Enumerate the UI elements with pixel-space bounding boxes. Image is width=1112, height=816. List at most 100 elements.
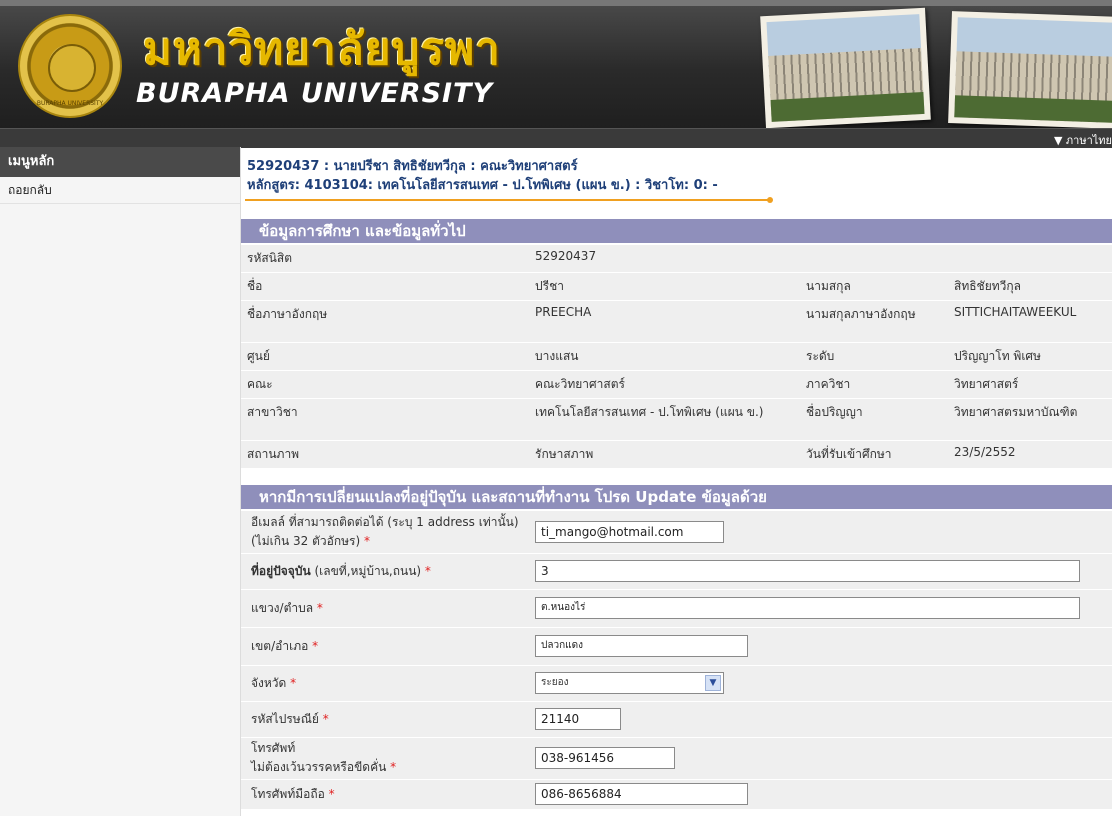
phone-label-line1: โทรศัพท์ xyxy=(251,741,296,755)
form-row-postal: รหัสไปรษณีย์ * 21140 xyxy=(241,701,1112,738)
phone-label: โทรศัพท์ ไม่ต้องเว้นวรรคหรือขีดคั่น * xyxy=(241,737,529,780)
language-selector[interactable]: ▼ ภาษาไทย xyxy=(1054,131,1112,149)
subdistrict-label: แขวง/ตำบล * xyxy=(241,589,529,628)
email-label-text: อีเมลล์ ที่สามารถติดต่อได้ (ระบุ 1 addre… xyxy=(251,514,519,548)
province-label: จังหวัด * xyxy=(241,665,529,702)
required-marker: * xyxy=(290,675,297,690)
required-marker: * xyxy=(312,638,319,653)
postal-label: รหัสไปรษณีย์ * xyxy=(241,701,529,738)
table-row: สาขาวิชา เทคโนโลยีสารสนเทศ - ป.โทพิเศษ (… xyxy=(241,398,1112,441)
province-select[interactable]: ระยอง ▼ xyxy=(535,672,724,694)
address-label-rest: (เลขที่,หมู่บ้าน,ถนน) xyxy=(310,563,422,578)
field-label: สถานภาพ xyxy=(241,440,529,469)
sidebar-item-back[interactable]: ถอยกลับ xyxy=(0,177,240,204)
subdistrict-label-text: แขวง/ตำบล xyxy=(251,600,314,615)
field-value xyxy=(948,245,1112,273)
field-value: เทคโนโลยีสารสนเทศ - ป.โทพิเศษ (แผน ข.) xyxy=(529,398,800,441)
field-label: รหัสนิสิต xyxy=(241,245,529,273)
district-label: เขต/อำเภอ * xyxy=(241,627,529,666)
form-row-district: เขต/อำเภอ * ปลวกแดง xyxy=(241,627,1112,666)
form-row-subdistrict: แขวง/ตำบล * ต.หนองไร่ xyxy=(241,589,1112,628)
email-field[interactable]: ti_mango@hotmail.com xyxy=(535,520,724,543)
required-marker: * xyxy=(328,786,335,801)
field-label: สาขาวิชา xyxy=(241,398,529,441)
table-row: รหัสนิสิต 52920437 xyxy=(241,245,1112,273)
province-selected-value: ระยอง xyxy=(541,677,569,688)
field-label: วันที่รับเข้าศึกษา xyxy=(800,440,948,469)
program-summary: หลักสูตร: 4103104: เทคโนโลยีสารสนเทศ - ป… xyxy=(247,178,718,193)
field-label: ระดับ xyxy=(800,342,948,371)
postal-code-field[interactable]: 21140 xyxy=(535,708,621,730)
email-label: อีเมลล์ ที่สามารถติดต่อได้ (ระบุ 1 addre… xyxy=(241,511,529,554)
table-row: สถานภาพ รักษาสภาพ วันที่รับเข้าศึกษา 23/… xyxy=(241,440,1112,469)
field-label xyxy=(800,245,948,273)
field-label: ภาควิชา xyxy=(800,370,948,399)
university-logo: BURAPHA UNIVERSITY xyxy=(18,14,122,118)
district-field[interactable]: ปลวกแดง xyxy=(535,635,748,657)
section-heading-study-info: ข้อมูลการศึกษา และข้อมูลทั่วไป xyxy=(241,219,1112,243)
form-row-province: จังหวัด * ระยอง ▼ xyxy=(241,665,1112,702)
form-row-mobile: โทรศัพท์มือถือ * 086-8656884 xyxy=(241,779,1112,810)
accent-dot xyxy=(767,197,773,203)
student-summary: 52920437 : นายปรีชา สิทธิชัยทวีกุล : คณะ… xyxy=(247,159,578,174)
field-value: วิทยาศาสตร์ xyxy=(948,370,1112,399)
form-row-email: อีเมลล์ ที่สามารถติดต่อได้ (ระบุ 1 addre… xyxy=(241,511,1112,554)
required-marker: * xyxy=(424,563,431,578)
field-label: นามสกุล xyxy=(800,272,948,301)
top-nav-bar xyxy=(0,128,1112,148)
field-value: บางแสน xyxy=(529,342,800,371)
field-label: คณะ xyxy=(241,370,529,399)
section-heading-update: หากมีการเปลี่ยนแปลงที่อยู่ปัจุบัน และสถา… xyxy=(241,485,1112,509)
mobile-field[interactable]: 086-8656884 xyxy=(535,783,748,805)
field-value: ปรีชา xyxy=(529,272,800,301)
university-name-english: BURAPHA UNIVERSITY xyxy=(136,78,494,109)
required-marker: * xyxy=(316,600,323,615)
form-row-phone: โทรศัพท์ ไม่ต้องเว้นวรรคหรือขีดคั่น * 03… xyxy=(241,737,1112,780)
field-value: 52920437 xyxy=(529,245,800,273)
university-name-thai: มหาวิทยาลัยบูรพา xyxy=(143,24,501,75)
sidebar-heading: เมนูหลัก xyxy=(0,147,240,177)
site-banner: BURAPHA UNIVERSITY มหาวิทยาลัยบูรพา BURA… xyxy=(0,0,1112,128)
field-value: ปริญญาโท พิเศษ xyxy=(948,342,1112,371)
required-marker: * xyxy=(390,760,397,774)
chevron-down-icon[interactable]: ▼ xyxy=(705,675,721,691)
table-row: ศูนย์ บางแสน ระดับ ปริญญาโท พิเศษ xyxy=(241,342,1112,371)
phone-label-line2: ไม่ต้องเว้นวรรคหรือขีดคั่น xyxy=(251,760,387,774)
district-label-text: เขต/อำเภอ xyxy=(251,638,309,653)
address-label-bold: ที่อยู่ปัจจุบัน xyxy=(251,563,311,578)
study-info-table: รหัสนิสิต 52920437 ชื่อ ปรีชา นามสกุล สิ… xyxy=(241,245,1112,469)
field-label: ชื่อปริญญา xyxy=(800,398,948,441)
required-marker: * xyxy=(322,711,329,726)
campus-photo-1 xyxy=(760,7,931,128)
field-value: รักษาสภาพ xyxy=(529,440,800,469)
field-label: นามสกุลภาษาอังกฤษ xyxy=(800,300,948,343)
logo-emblem xyxy=(48,44,96,92)
field-value: คณะวิทยาศาสตร์ xyxy=(529,370,800,399)
address-field[interactable]: 3 xyxy=(535,560,1080,582)
field-label: ชื่อ xyxy=(241,272,529,301)
logo-text: BURAPHA UNIVERSITY xyxy=(36,100,104,107)
table-row: คณะ คณะวิทยาศาสตร์ ภาควิชา วิทยาศาสตร์ xyxy=(241,370,1112,399)
address-label: ที่อยู่ปัจจุบัน (เลขที่,หมู่บ้าน,ถนน) * xyxy=(241,553,529,590)
phone-field[interactable]: 038-961456 xyxy=(535,747,675,769)
field-label: ชื่อภาษาอังกฤษ xyxy=(241,300,529,343)
mobile-label-text: โทรศัพท์มือถือ xyxy=(251,786,325,801)
field-value: 23/5/2552 xyxy=(948,440,1112,469)
mobile-label: โทรศัพท์มือถือ * xyxy=(241,779,529,810)
required-marker: * xyxy=(363,533,370,548)
sidebar: เมนูหลัก ถอยกลับ xyxy=(0,147,241,816)
field-value: วิทยาศาสตรมหาบัณฑิต xyxy=(948,398,1112,441)
update-form: อีเมลล์ ที่สามารถติดต่อได้ (ระบุ 1 addre… xyxy=(241,511,1112,810)
form-row-address: ที่อยู่ปัจจุบัน (เลขที่,หมู่บ้าน,ถนน) * … xyxy=(241,553,1112,590)
banner-top-line xyxy=(0,0,1112,6)
field-value: SITTICHAITAWEEKUL xyxy=(948,300,1112,343)
field-label: ศูนย์ xyxy=(241,342,529,371)
subdistrict-field[interactable]: ต.หนองไร่ xyxy=(535,597,1080,619)
table-row: ชื่อ ปรีชา นามสกุล สิทธิชัยทวีกุล xyxy=(241,272,1112,301)
campus-photo-2 xyxy=(948,11,1112,128)
province-label-text: จังหวัด xyxy=(251,675,287,690)
table-row: ชื่อภาษาอังกฤษ PREECHA นามสกุลภาษาอังกฤษ… xyxy=(241,300,1112,343)
postal-label-text: รหัสไปรษณีย์ xyxy=(251,711,319,726)
field-value: PREECHA xyxy=(529,300,800,343)
field-value: สิทธิชัยทวีกุล xyxy=(948,272,1112,301)
